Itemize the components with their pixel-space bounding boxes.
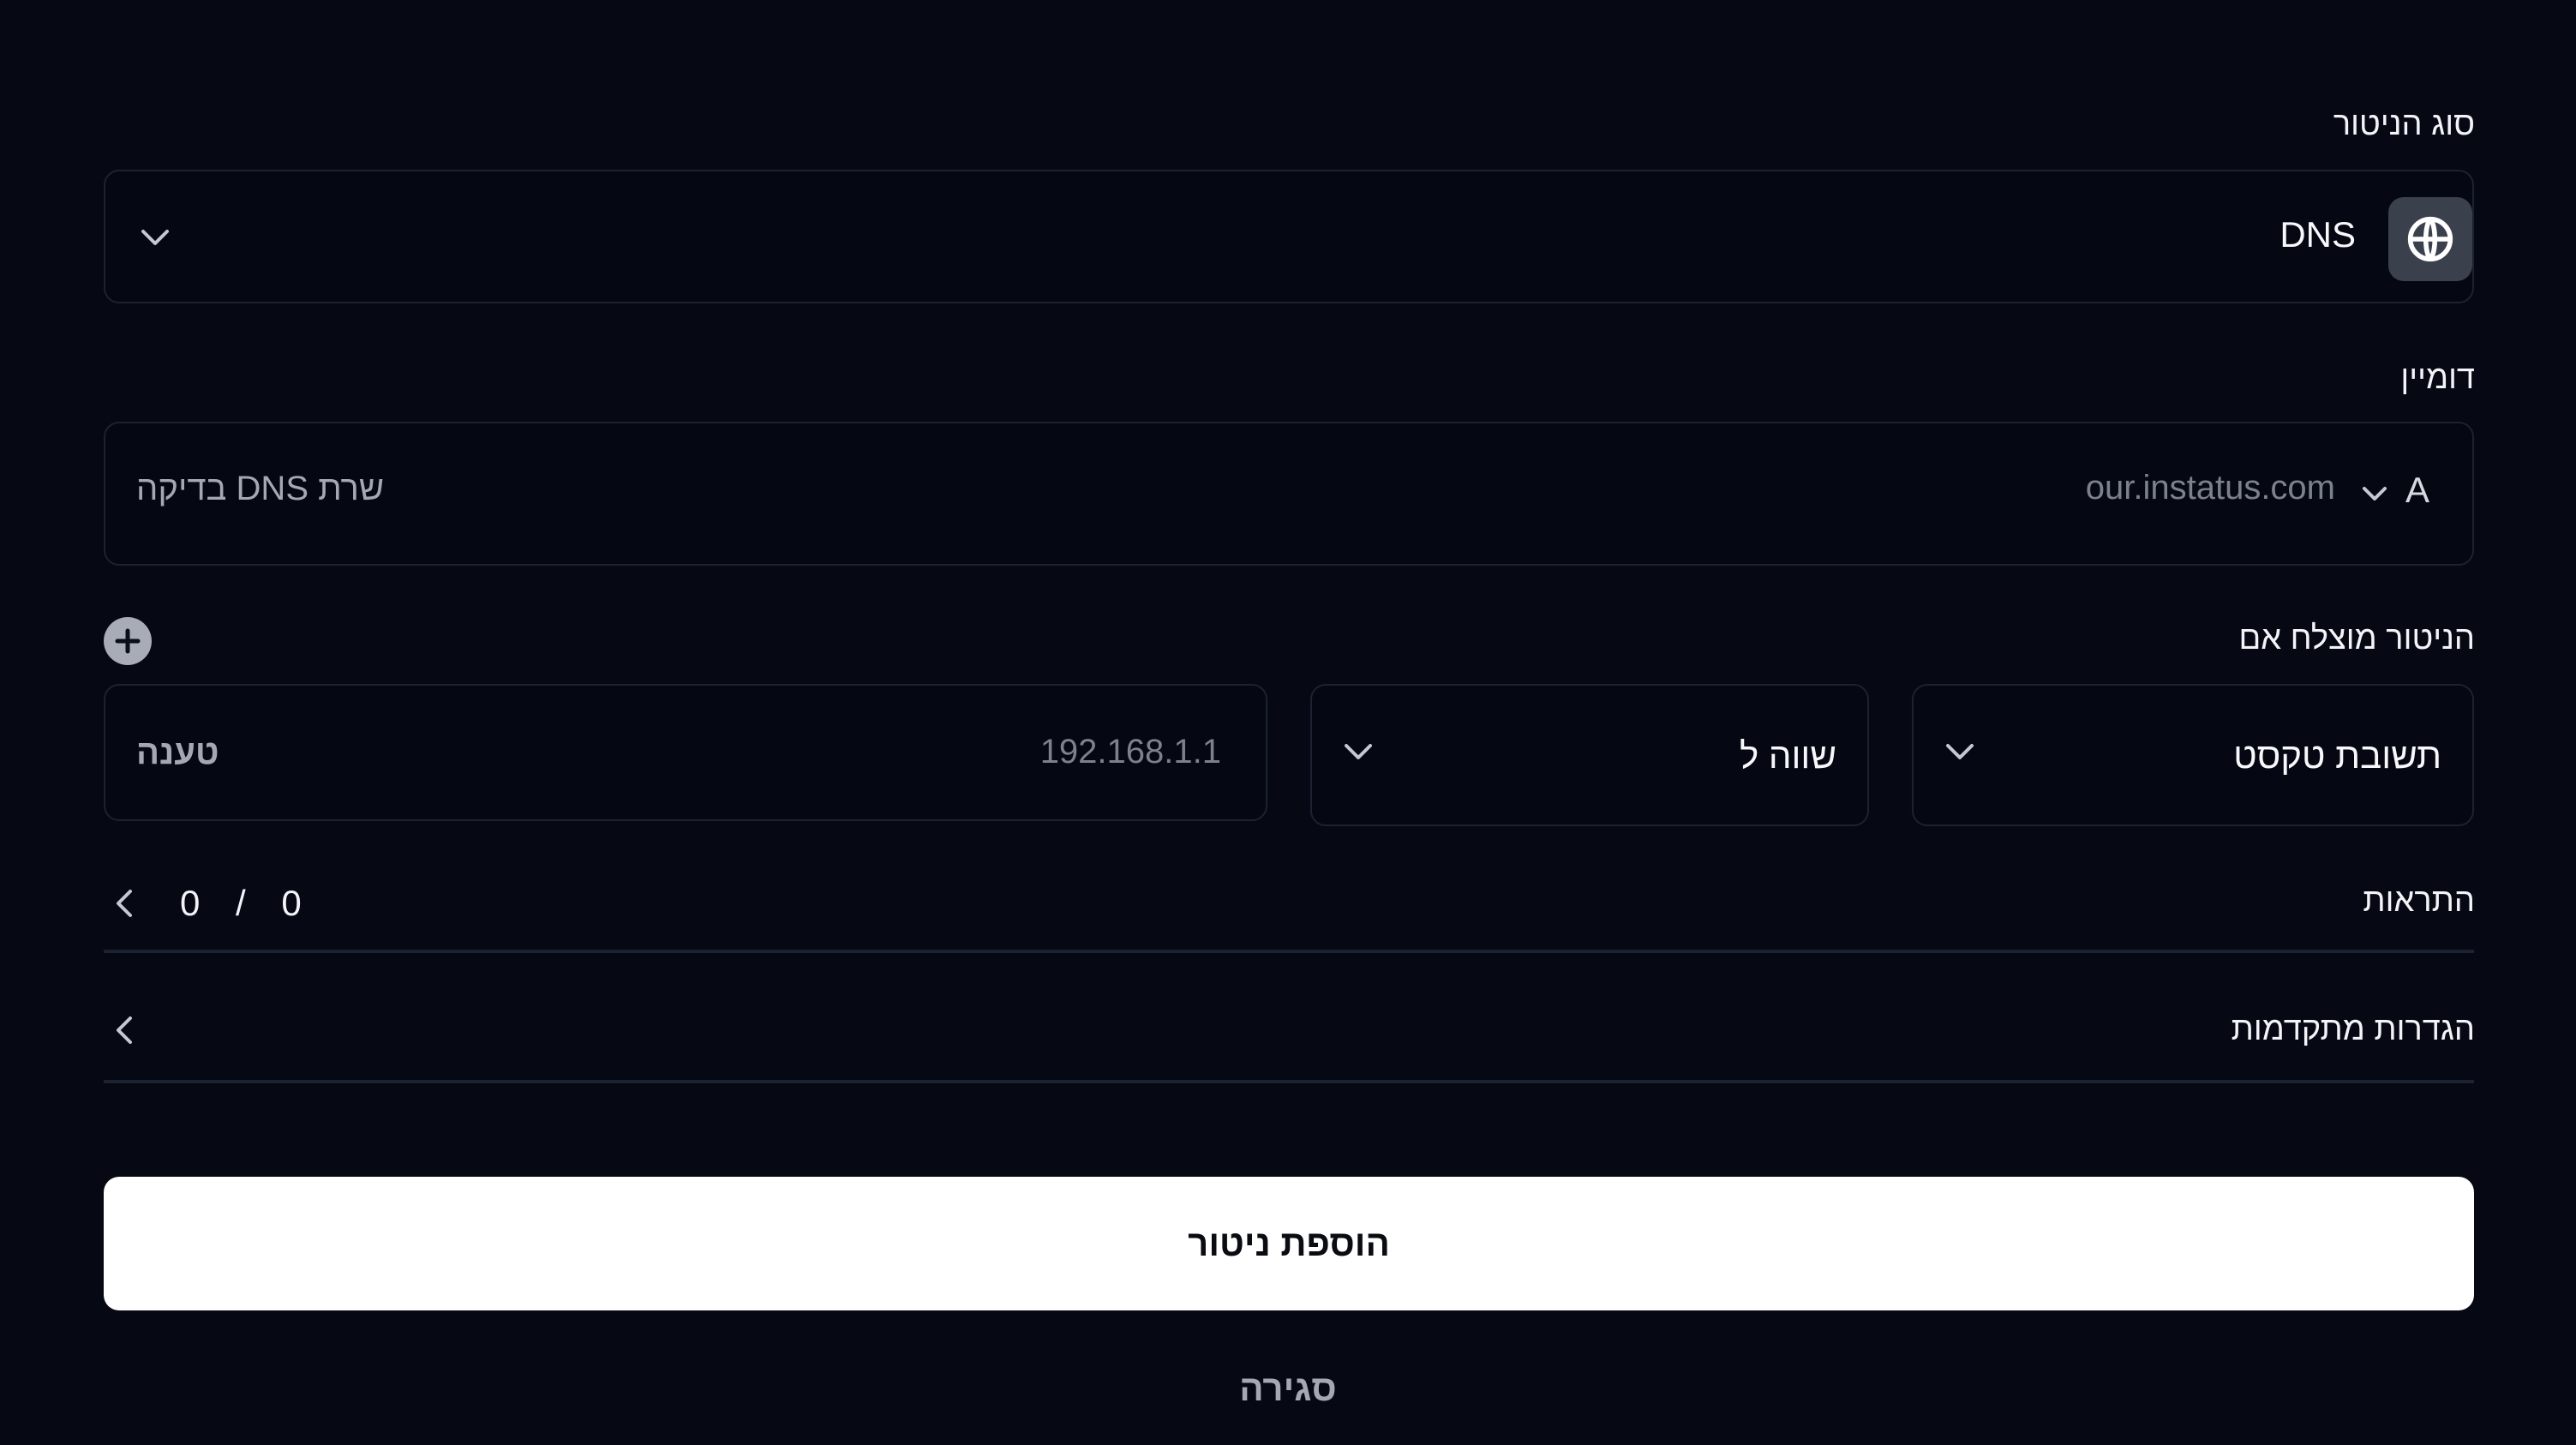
- condition-value-field: טענה: [104, 684, 1267, 821]
- domain-label: דומיין: [2400, 360, 2475, 396]
- plus-icon: [115, 628, 141, 654]
- add-condition-button[interactable]: [104, 617, 152, 665]
- record-type-select[interactable]: A: [2405, 470, 2429, 511]
- domain-input[interactable]: [1048, 468, 2337, 508]
- dns-server-field[interactable]: שרת DNS בדיקה: [136, 470, 384, 508]
- divider: [104, 1080, 2474, 1083]
- monitor-type-select[interactable]: DNS: [104, 170, 2474, 303]
- divider: [104, 950, 2474, 953]
- chevron-down-icon: [1946, 744, 1974, 759]
- chevron-left-icon[interactable]: [111, 1013, 137, 1047]
- domain-field: A שרת DNS בדיקה: [104, 422, 2474, 566]
- condition-value-hint: טענה: [136, 734, 219, 771]
- alerts-counter: 0 / 0: [180, 883, 302, 923]
- alerts-label: התראות: [2363, 883, 2475, 919]
- add-monitor-button[interactable]: הוספת ניטור: [104, 1177, 2474, 1310]
- success-condition-label: הניטור מוצלח אם: [2238, 621, 2475, 657]
- globe-icon-badge: [2388, 197, 2472, 281]
- condition-field-value: תשובת טקסט: [2233, 735, 2441, 776]
- condition-value-input[interactable]: [448, 732, 1223, 772]
- condition-field-select[interactable]: תשובת טקסט: [1912, 684, 2474, 826]
- condition-operator-value: שווה ל: [1739, 735, 1836, 776]
- condition-operator-select[interactable]: שווה ל: [1310, 684, 1869, 826]
- close-button[interactable]: סגירה: [1117, 1363, 1459, 1414]
- monitor-type-value: DNS: [2279, 214, 2356, 255]
- chevron-down-icon: [141, 230, 169, 245]
- add-monitor-form: סוג הניטור DNS דומיין A שרת DNS בדיקה הנ…: [0, 0, 2576, 1445]
- chevron-down-icon: [2363, 487, 2387, 501]
- monitor-type-label: סוג הניטור: [2333, 106, 2475, 142]
- chevron-down-icon: [1345, 744, 1372, 759]
- globe-icon: [2407, 216, 2453, 262]
- chevron-left-icon[interactable]: [111, 886, 137, 920]
- advanced-settings-label[interactable]: הגדרות מתקדמות: [2232, 1011, 2475, 1048]
